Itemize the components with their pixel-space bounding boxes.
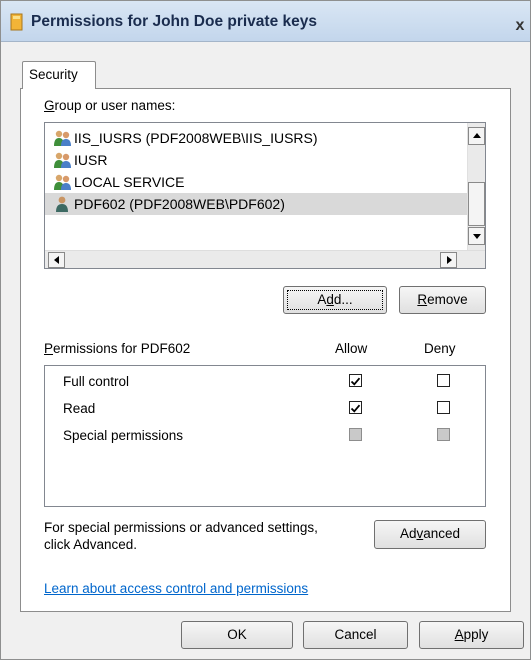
arrow-down-icon <box>473 234 481 239</box>
user-name: IUSR <box>74 152 108 168</box>
window-title: Permissions for John Doe private keys <box>31 13 317 30</box>
arrow-left-icon <box>54 256 59 264</box>
arrow-right-icon <box>447 256 452 264</box>
learn-more-link[interactable]: Learn about access control and permissio… <box>44 581 308 596</box>
list-item[interactable]: IIS_IUSRS (PDF2008WEB\IIS_IUSRS) <box>45 127 482 149</box>
permissions-table: Full control Read Special permissions <box>44 365 486 507</box>
list-item-selected[interactable]: PDF602 (PDF2008WEB\PDF602) <box>45 193 482 215</box>
vertical-scrollbar[interactable] <box>467 123 485 250</box>
special-permissions-note-line2: click Advanced. <box>44 537 138 552</box>
user-group-icon <box>54 130 71 146</box>
scroll-right-button[interactable] <box>440 252 457 268</box>
scroll-up-button[interactable] <box>468 127 485 145</box>
permissions-label: Permissions for PDF602 <box>44 341 191 356</box>
deny-checkbox-special <box>437 428 450 441</box>
permissions-dialog: Permissions for John Doe private keys x … <box>0 0 531 660</box>
user-group-icon <box>54 174 71 190</box>
horizontal-scrollbar[interactable] <box>45 250 485 268</box>
user-icon <box>56 196 68 212</box>
deny-column-header: Deny <box>424 341 456 356</box>
special-permissions-note: For special permissions or advanced sett… <box>44 520 318 535</box>
allow-checkbox-special <box>349 428 362 441</box>
user-name: IIS_IUSRS (PDF2008WEB\IIS_IUSRS) <box>74 130 318 146</box>
user-name: LOCAL SERVICE <box>74 174 185 190</box>
users-listbox[interactable]: IIS_IUSRS (PDF2008WEB\IIS_IUSRS) IUSR LO… <box>44 122 486 269</box>
allow-column-header: Allow <box>335 341 368 356</box>
ok-button[interactable]: OK <box>181 621 293 649</box>
checkmark-icon <box>350 377 361 386</box>
allow-checkbox-full-control[interactable] <box>349 374 362 387</box>
arrow-up-icon <box>473 133 481 138</box>
close-button[interactable]: x <box>512 17 528 35</box>
permission-name: Read <box>63 401 96 416</box>
scroll-down-button[interactable] <box>468 227 485 245</box>
deny-checkbox-read[interactable] <box>437 401 450 414</box>
checkmark-icon <box>350 404 361 413</box>
scroll-left-button[interactable] <box>48 252 65 268</box>
add-button[interactable]: Add... <box>283 286 387 314</box>
user-group-icon <box>54 152 71 168</box>
cancel-button[interactable]: Cancel <box>303 621 408 649</box>
allow-checkbox-read[interactable] <box>349 401 362 414</box>
tab-security[interactable]: Security <box>22 61 96 89</box>
list-item[interactable]: IUSR <box>45 149 482 171</box>
lock-key-icon <box>10 13 23 31</box>
scroll-thumb[interactable] <box>468 182 485 226</box>
user-name: PDF602 (PDF2008WEB\PDF602) <box>74 196 285 212</box>
list-item[interactable]: LOCAL SERVICE <box>45 171 482 193</box>
deny-checkbox-full-control[interactable] <box>437 374 450 387</box>
users-label: Group or user names: <box>44 98 176 113</box>
advanced-button[interactable]: Advanced <box>374 520 486 549</box>
tab-label: Security <box>29 67 78 82</box>
permission-name: Full control <box>63 374 130 389</box>
title-bar[interactable]: Permissions for John Doe private keys x <box>1 1 530 42</box>
remove-button[interactable]: Remove <box>399 286 486 314</box>
permission-name: Special permissions <box>63 428 184 443</box>
apply-button[interactable]: Apply <box>419 621 524 649</box>
